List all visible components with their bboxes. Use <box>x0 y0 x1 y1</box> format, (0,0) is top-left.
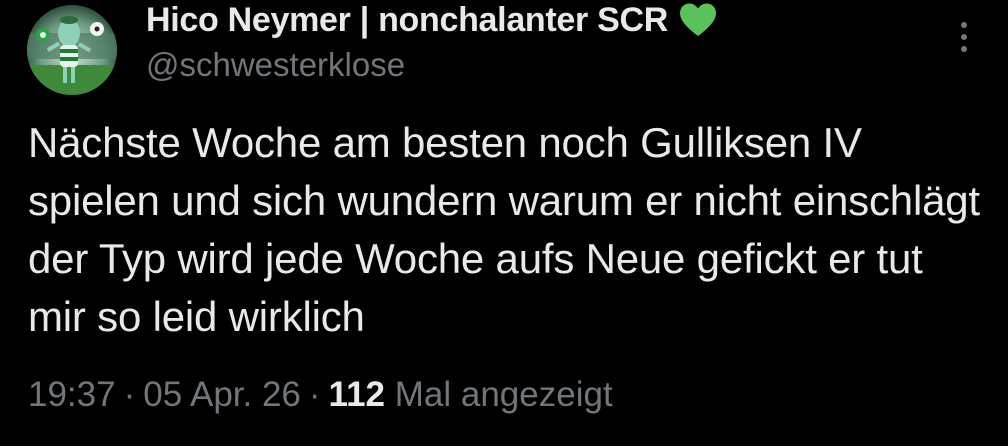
avatar-image <box>27 5 117 95</box>
tweet-card[interactable]: Hico Neymer | nonchalanter SCR @schweste… <box>0 0 1008 446</box>
tweet-time[interactable]: 19:37 <box>28 375 116 414</box>
views-label[interactable]: Mal angezeigt <box>395 375 613 414</box>
green-heart-icon <box>680 3 716 36</box>
dot <box>961 46 967 52</box>
author-avatar[interactable] <box>27 5 117 95</box>
author-handle[interactable]: @schwesterklose <box>146 46 928 84</box>
more-options-icon[interactable] <box>950 20 978 54</box>
author-display-name[interactable]: Hico Neymer | nonchalanter SCR <box>146 1 668 40</box>
tweet-date[interactable]: 05 Apr. 26 <box>143 375 301 414</box>
meta-separator: · <box>308 375 321 414</box>
author-name-row: Hico Neymer | nonchalanter SCR <box>146 0 928 40</box>
tweet-text: Nächste Woche am besten noch Gulliksen I… <box>28 119 980 340</box>
dot <box>961 22 967 28</box>
dot <box>961 34 967 40</box>
tweet-meta: 19:37 · 05 Apr. 26 · 112 Mal angezeigt <box>28 375 613 415</box>
views-count[interactable]: 112 <box>329 375 385 414</box>
meta-separator: · <box>123 375 136 414</box>
tweet-header: Hico Neymer | nonchalanter SCR @schweste… <box>146 0 928 84</box>
